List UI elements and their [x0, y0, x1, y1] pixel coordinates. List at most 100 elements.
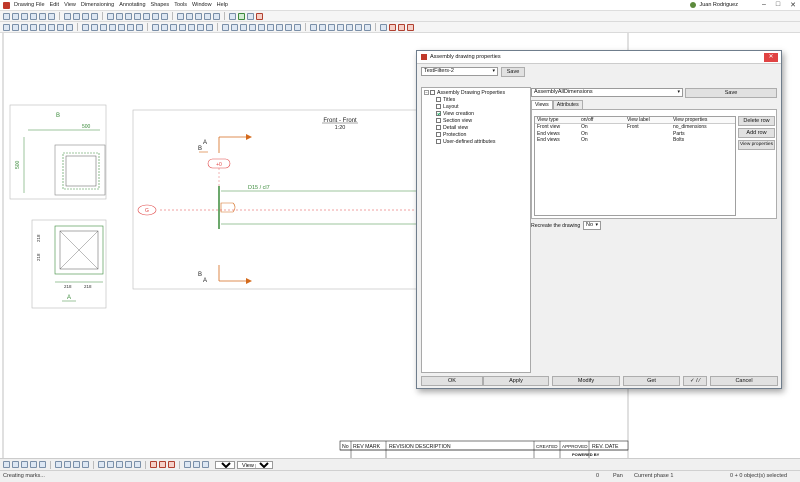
cancel-button[interactable]: Cancel [710, 376, 778, 386]
col-view-properties[interactable]: View properties [673, 117, 733, 123]
tool-button-icon[interactable] [82, 461, 89, 468]
tool-button-icon[interactable] [364, 23, 371, 31]
tool-button-icon[interactable] [125, 461, 132, 468]
menu-shapes[interactable]: Shapes [151, 2, 170, 8]
tool-button-icon[interactable] [258, 23, 265, 31]
tool-button-icon[interactable] [143, 12, 150, 20]
minimize-button[interactable]: – [762, 1, 766, 9]
col-on-off[interactable]: on/off [581, 117, 627, 123]
menu-edit[interactable]: Edit [50, 2, 59, 8]
tool-button-icon[interactable] [21, 461, 28, 468]
checkbox[interactable] [436, 125, 441, 130]
tool-button-icon[interactable] [73, 461, 80, 468]
tool-button-icon[interactable] [247, 12, 254, 20]
tool-button-icon[interactable] [389, 23, 396, 31]
tool-button-icon[interactable] [152, 12, 159, 20]
tool-button-icon[interactable] [256, 12, 263, 20]
tool-button-icon[interactable] [355, 23, 362, 31]
tool-button-icon[interactable] [91, 12, 98, 20]
menu-dimensioning[interactable]: Dimensioning [81, 2, 114, 8]
tool-button-icon[interactable] [161, 23, 168, 31]
tool-button-icon[interactable] [3, 12, 10, 20]
tool-button-icon[interactable] [55, 461, 62, 468]
properties-tree[interactable]: − Assembly Drawing Properties Titles Lay… [421, 87, 531, 373]
delete-row-button[interactable]: Delete row [738, 116, 775, 126]
tool-button-icon[interactable] [30, 12, 37, 20]
apply-button[interactable]: Apply [483, 376, 549, 386]
tool-button-icon[interactable] [12, 12, 19, 20]
tool-button-icon[interactable] [204, 12, 211, 20]
tool-button-icon[interactable] [134, 461, 141, 468]
detail-view-bottom[interactable]: 218 218 218 218 A [31, 219, 107, 309]
tool-button-icon[interactable] [48, 23, 55, 31]
tool-button-icon[interactable] [222, 23, 229, 31]
get-button[interactable]: Get [623, 376, 680, 386]
ok-button[interactable]: OK [421, 376, 483, 386]
tool-button-icon[interactable] [73, 12, 80, 20]
tool-button-icon[interactable] [107, 461, 114, 468]
add-row-button[interactable]: Add row [738, 128, 775, 138]
tool-button-icon[interactable] [136, 23, 143, 31]
tool-button-icon[interactable] [98, 461, 105, 468]
tool-button-icon[interactable] [294, 23, 301, 31]
collapse-icon[interactable]: − [424, 90, 429, 95]
save-preset-button[interactable]: Save [501, 67, 525, 77]
checkbox-checked[interactable] [436, 111, 441, 116]
tool-button-icon[interactable] [21, 12, 28, 20]
tree-root-checkbox[interactable] [430, 90, 435, 95]
attribute-file-combobox[interactable]: AssemblyAllDimensions ▾ [531, 88, 683, 97]
tool-button-icon[interactable] [193, 461, 200, 468]
assembly-drawing-properties-dialog[interactable]: Assembly drawing properties ✕ TestFilter… [416, 50, 782, 389]
tool-button-icon[interactable] [328, 23, 335, 31]
recreate-combobox[interactable]: No ▾ [583, 221, 601, 230]
tool-button-icon[interactable] [285, 23, 292, 31]
tool-button-icon[interactable] [179, 23, 186, 31]
tool-button-icon[interactable] [82, 23, 89, 31]
tool-button-icon[interactable] [407, 23, 414, 31]
tool-button-icon[interactable] [238, 12, 245, 20]
col-view-label[interactable]: View label [627, 117, 673, 123]
tree-item-protection[interactable]: Protection [424, 131, 528, 138]
tool-button-icon[interactable] [249, 23, 256, 31]
tool-button-icon[interactable] [213, 12, 220, 20]
tab-views[interactable]: Views [531, 100, 553, 109]
menu-tools[interactable]: Tools [174, 2, 187, 8]
tool-button-icon[interactable] [152, 23, 159, 31]
tool-button-icon[interactable] [380, 23, 387, 31]
tool-button-icon[interactable] [319, 23, 326, 31]
maximize-button[interactable]: □ [776, 1, 780, 9]
preset-combobox[interactable]: TestFilters-2 ▾ [421, 67, 498, 76]
tool-button-icon[interactable] [159, 461, 166, 468]
tool-button-icon[interactable] [206, 23, 213, 31]
tree-item-view-creation[interactable]: View creation [424, 110, 528, 117]
tool-button-icon[interactable] [267, 23, 274, 31]
tool-button-icon[interactable] [109, 23, 116, 31]
tool-button-icon[interactable] [202, 461, 209, 468]
tool-button-icon[interactable] [12, 23, 19, 31]
tool-button-icon[interactable] [337, 23, 344, 31]
tool-button-icon[interactable] [240, 23, 247, 31]
tool-button-icon[interactable] [12, 461, 19, 468]
col-view-type[interactable]: View type [535, 117, 581, 123]
tool-button-icon[interactable] [107, 12, 114, 20]
views-table[interactable]: View type on/off View label View propert… [534, 116, 736, 216]
tool-button-icon[interactable] [170, 23, 177, 31]
tool-button-icon[interactable] [177, 12, 184, 20]
tool-button-icon[interactable] [66, 23, 73, 31]
tree-root[interactable]: − Assembly Drawing Properties [424, 89, 528, 96]
view-properties-button[interactable]: View properties [738, 140, 775, 150]
menu-view[interactable]: View [64, 2, 76, 8]
tool-button-icon[interactable] [30, 23, 37, 31]
menu-help[interactable]: Help [217, 2, 228, 8]
tree-item-titles[interactable]: Titles [424, 96, 528, 103]
tree-item-section-view[interactable]: Section view [424, 117, 528, 124]
tool-button-icon[interactable] [150, 461, 157, 468]
tool-button-icon[interactable] [231, 23, 238, 31]
tree-item-user-defined-attributes[interactable]: User-defined attributes [424, 138, 528, 145]
tool-button-icon[interactable] [30, 461, 37, 468]
table-row[interactable]: Front view On Front no_dimensions [535, 124, 735, 131]
checkbox[interactable] [436, 132, 441, 137]
table-row[interactable]: End views On Bolts [535, 137, 735, 144]
menu-annotating[interactable]: Annotating [119, 2, 145, 8]
tool-button-icon[interactable] [346, 23, 353, 31]
